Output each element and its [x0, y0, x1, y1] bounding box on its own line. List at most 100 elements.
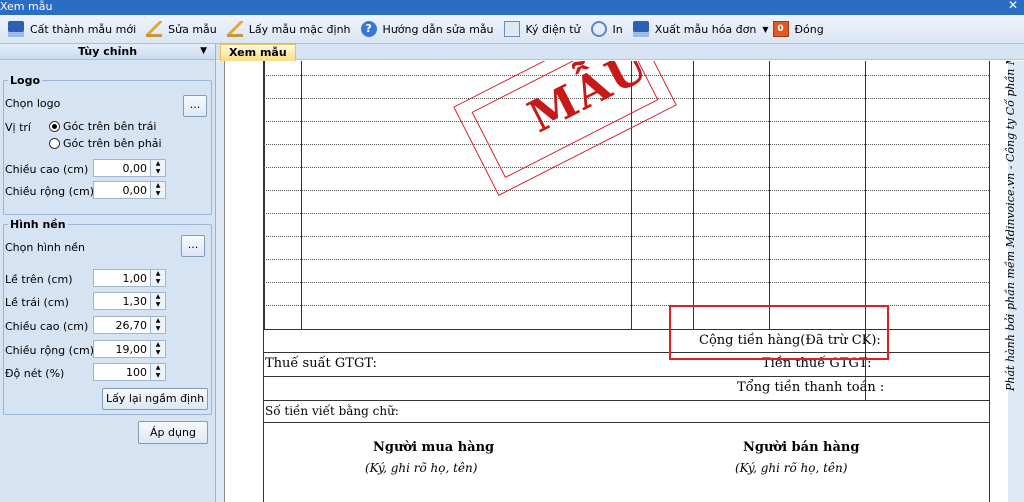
tab-strip: Xem mẫu [216, 44, 1024, 61]
toolbar-label: Lấy mẫu mặc định [248, 22, 351, 36]
sign-icon [503, 21, 520, 37]
apply-button[interactable]: Áp dụng [138, 421, 208, 444]
edit-template-button[interactable]: Sửa mẫu [146, 18, 217, 40]
position-radio-top-right[interactable]: Góc trên bên phải [49, 137, 162, 150]
spin-value: 0,00 [122, 162, 148, 175]
window-title: Xem mẫu [0, 0, 53, 13]
edit-icon [226, 21, 243, 37]
spin-value: 19,00 [115, 343, 148, 356]
summary-line [263, 422, 990, 423]
position-radio-top-left[interactable]: Góc trên bên trái [49, 120, 156, 133]
spinner-arrows-icon[interactable]: ▲ ▼ [150, 182, 165, 198]
load-default-template-button[interactable]: Lấy mẫu mặc định [226, 18, 351, 40]
save-icon [8, 21, 24, 37]
chevron-down-icon[interactable]: ▼ [762, 25, 768, 34]
column-divider [989, 61, 990, 502]
browse-logo-button[interactable]: ... [183, 95, 207, 117]
margin-top-label: Lề trên (cm) [5, 273, 73, 286]
vat-rate-label: Thuế suất GTGT: [265, 356, 377, 371]
publisher-text: Phát hành bởi phần mềm Mdinvoice.vn - Cô… [1004, 61, 1017, 391]
radio-unchecked-icon [49, 138, 60, 149]
digital-sign-button[interactable]: Ký điện tử [503, 18, 581, 40]
toolbar-label: Xuất mẫu hóa đơn [654, 22, 757, 36]
close-button[interactable]: 0 Đóng [772, 18, 824, 40]
margin-left-label: Lề trái (cm) [5, 296, 69, 309]
spin-value: 1,30 [122, 295, 148, 308]
background-height-input[interactable]: 26,70 ▲ ▼ [93, 316, 166, 334]
tab-preview[interactable]: Xem mẫu [220, 44, 296, 61]
toolbar-label: Ký điện tử [525, 22, 581, 36]
buyer-note: (Ký, ghi rõ họ, tên) [365, 461, 478, 475]
background-height-label: Chiều cao (cm) [5, 320, 89, 333]
spinner-arrows-icon[interactable]: ▲ ▼ [150, 293, 165, 309]
seller-title: Người bán hàng [743, 440, 860, 455]
row-line [264, 259, 989, 260]
close-icon: 0 [772, 21, 789, 37]
print-icon [590, 21, 607, 37]
column-divider [301, 61, 302, 329]
background-width-label: Chiều rộng (cm) [5, 344, 94, 357]
amount-in-words-label: Số tiền viết bằng chữ: [265, 404, 399, 418]
save-icon [632, 21, 649, 37]
spinner-arrows-icon[interactable]: ▲ ▼ [150, 364, 165, 380]
row-line [264, 190, 989, 191]
group-title: Logo [8, 74, 42, 87]
row-line [264, 167, 989, 168]
edit-guide-button[interactable]: ? Hướng dẫn sửa mẫu [360, 18, 494, 40]
spinner-arrows-icon[interactable]: ▲ ▼ [150, 160, 165, 176]
logo-width-label: Chiều rộng (cm) [5, 185, 94, 198]
panel-title: Tùy chỉnh [77, 45, 138, 58]
margin-left-input[interactable]: 1,30 ▲ ▼ [93, 292, 166, 310]
toolbar-label: In [612, 22, 623, 36]
spinner-arrows-icon[interactable]: ▲ ▼ [150, 270, 165, 286]
opacity-label: Độ nét (%) [5, 367, 65, 380]
edit-icon [146, 21, 163, 37]
logo-height-input[interactable]: 0,00 ▲ ▼ [93, 159, 166, 177]
radio-label: Góc trên bên phải [63, 137, 162, 150]
settings-panel: Tùy chỉnh ▼ Logo Chọn logo ... Vị trí Gó… [0, 44, 216, 502]
radio-checked-icon [49, 121, 60, 132]
spinner-arrows-icon[interactable]: ▲ ▼ [150, 317, 165, 333]
radio-label: Góc trên bên trái [63, 120, 157, 133]
total-label: Tổng tiền thanh toán : [737, 380, 885, 395]
toolbar-label: Cất thành mẫu mới [30, 22, 137, 36]
spin-value: 26,70 [115, 319, 148, 332]
title-bar: Xem mẫu ✕ [0, 0, 1024, 15]
toolbar-label: Đóng [794, 22, 824, 36]
position-label: Vị trí [5, 121, 31, 134]
highlight-box [669, 305, 889, 360]
print-button[interactable]: In [590, 18, 623, 40]
toolbar: Cất thành mẫu mới Sửa mẫu Lấy mẫu mặc đị… [0, 15, 1024, 44]
background-width-input[interactable]: 19,00 ▲ ▼ [93, 340, 166, 358]
logo-height-label: Chiều cao (cm) [5, 163, 89, 176]
spin-value: 0,00 [122, 184, 148, 197]
row-line [264, 236, 989, 237]
summary-line [263, 376, 990, 377]
browse-background-button[interactable]: ... [181, 235, 205, 257]
logo-width-input[interactable]: 0,00 ▲ ▼ [93, 181, 166, 199]
column-divider [264, 61, 265, 329]
pin-icon[interactable]: ▼ [200, 44, 207, 59]
toolbar-label: Hướng dẫn sửa mẫu [382, 22, 494, 36]
choose-logo-label: Chọn logo [5, 97, 61, 110]
spin-value: 1,00 [122, 272, 148, 285]
spinner-arrows-icon[interactable]: ▲ ▼ [150, 341, 165, 357]
margin-top-input[interactable]: 1,00 ▲ ▼ [93, 269, 166, 287]
save-as-new-template-button[interactable]: Cất thành mẫu mới [8, 18, 136, 40]
toolbar-label: Sửa mẫu [168, 22, 217, 36]
export-invoice-template-button[interactable]: Xuất mẫu hóa đơn [632, 18, 757, 40]
window-close-icon[interactable]: ✕ [1006, 0, 1020, 12]
reset-default-button[interactable]: Lấy lại ngầm định [102, 388, 208, 410]
group-title: Hình nền [8, 218, 68, 231]
column-divider [769, 61, 770, 329]
choose-background-label: Chọn hình nền [5, 241, 86, 254]
background-group: Hình nền Chọn hình nền ... Lề trên (cm) … [3, 218, 212, 415]
help-icon: ? [360, 21, 377, 37]
preview-area: MẪU Cộng tiền hàng(Đã trừ CK): Thuế suất… [216, 61, 1024, 502]
opacity-input[interactable]: 100 ▲ ▼ [93, 363, 166, 381]
summary-line [263, 400, 990, 401]
logo-group: Logo Chọn logo ... Vị trí Góc trên bên t… [3, 74, 212, 215]
seller-note: (Ký, ghi rõ họ, tên) [735, 461, 848, 475]
spin-value: 100 [126, 366, 147, 379]
row-line [264, 282, 989, 283]
